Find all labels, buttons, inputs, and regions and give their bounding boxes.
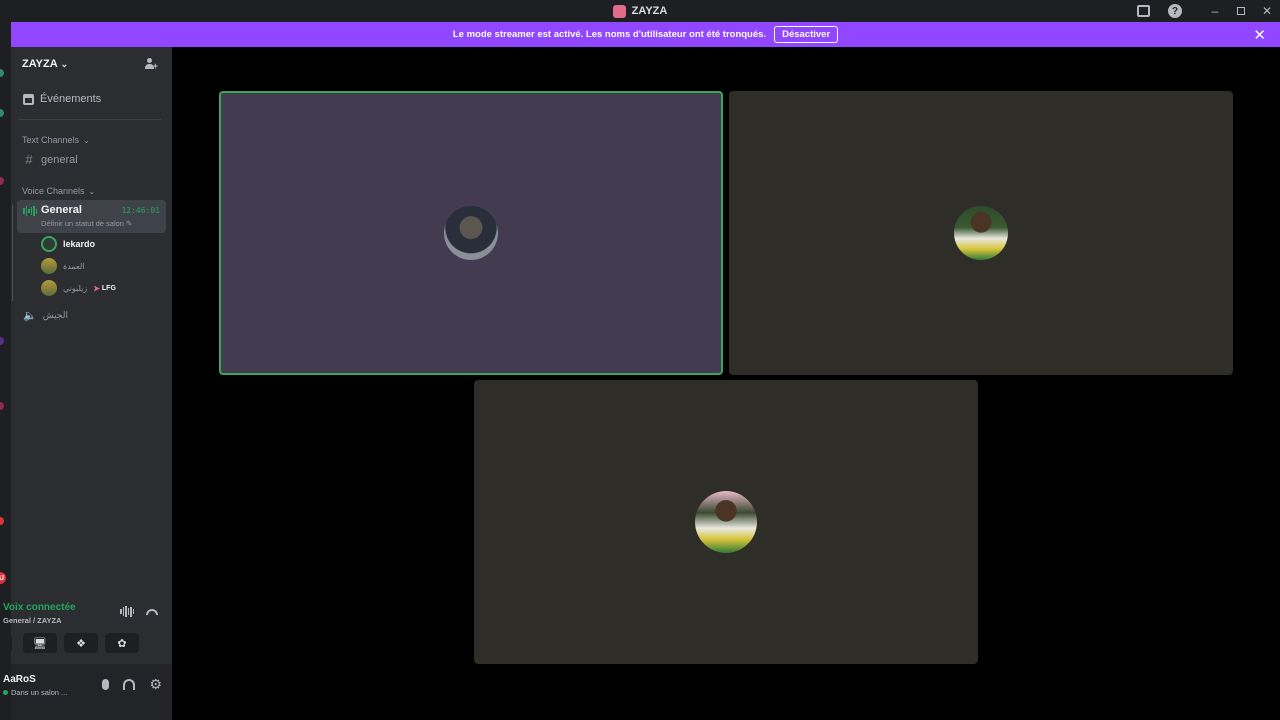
server-icon[interactable] (0, 337, 4, 345)
channel-general-text[interactable]: # general (23, 152, 78, 167)
member-name: العمدة (63, 261, 85, 271)
voice-connected-line (12, 205, 13, 301)
voice-channel-name: General (41, 204, 82, 216)
voice-action-row: 🖥 ❖ ✿ (2, 633, 172, 654)
server-name[interactable]: ZAYZA ⌄ (22, 58, 68, 70)
window-titlebar: ZAYZA ? – ✕ (0, 0, 1280, 22)
member-name: lekardo (63, 239, 96, 249)
member-name: زيلبوني (63, 283, 88, 293)
participant-tile[interactable] (219, 91, 723, 375)
server-header[interactable]: ZAYZA ⌄ + (11, 47, 172, 81)
user-status-text: Dans un salon ... (11, 688, 68, 697)
voice-member[interactable]: العمدة (41, 258, 85, 274)
voice-timer: 12:46:01 (121, 206, 160, 215)
avatar (41, 280, 57, 296)
avatar (695, 491, 757, 553)
voice-controls (120, 606, 158, 617)
microphone-icon[interactable] (102, 679, 110, 690)
events-label: Événements (40, 93, 102, 105)
chevron-down-icon: ⌄ (83, 135, 90, 145)
banner-close-icon[interactable]: ✕ (1253, 26, 1266, 44)
category-voice-channels[interactable]: Voice Channels ⌄ (22, 186, 95, 196)
avatar (444, 206, 498, 260)
rocket-icon: ➤ (93, 283, 100, 293)
disconnect-icon[interactable] (146, 608, 158, 615)
noise-suppression-icon[interactable] (120, 606, 134, 617)
member-tag: ➤ LFG (93, 283, 116, 293)
speaker-icon: 🔈 (23, 310, 37, 322)
gear-icon[interactable]: ⚙ (149, 676, 162, 693)
participant-tile[interactable] (474, 380, 978, 664)
category-label: Voice Channels (22, 186, 85, 196)
minimize-icon[interactable]: – (1202, 0, 1228, 22)
user-status: Dans un salon ... (3, 688, 67, 697)
avatar (41, 236, 57, 252)
server-name-text: ZAYZA (22, 58, 58, 70)
channel-sidebar: ZAYZA ⌄ + Événements Text Channels ⌄ # g… (2, 47, 172, 720)
close-window-icon[interactable]: ✕ (1254, 0, 1280, 22)
server-icon[interactable] (0, 69, 4, 77)
discord-app-icon (612, 4, 626, 18)
channel-name: general (41, 153, 78, 166)
voice-connected-status[interactable]: Voix connectée (3, 602, 76, 613)
soundboard-button[interactable]: ✿ (105, 633, 139, 653)
maximize-icon[interactable] (1228, 0, 1254, 22)
voice-stage (172, 47, 1280, 720)
server-icon[interactable] (0, 402, 4, 410)
events-link[interactable]: Événements (23, 93, 101, 105)
user-name[interactable]: AaRoS (3, 674, 36, 685)
window-title-text: ZAYZA (631, 5, 668, 17)
chevron-down-icon: ⌄ (60, 58, 69, 69)
banner-message: Le mode streamer est activé. Les noms d'… (452, 29, 767, 40)
avatar (41, 258, 57, 274)
help-icon[interactable]: ? (1162, 0, 1188, 22)
inbox-icon[interactable] (1130, 0, 1156, 22)
user-controls: ⚙ (102, 676, 162, 693)
voice-connected-location: General / ZAYZA (3, 616, 62, 625)
voice-member[interactable]: زيلبوني ➤ LFG (41, 280, 116, 296)
chevron-down-icon: ⌄ (88, 186, 96, 196)
category-label: Text Channels (22, 135, 80, 145)
server-icon[interactable] (0, 517, 4, 525)
activities-button[interactable]: ❖ (64, 633, 98, 653)
status-indicator (3, 690, 8, 695)
disable-streamer-mode-button[interactable]: Désactiver (774, 26, 839, 43)
window-title: ZAYZA (612, 4, 668, 18)
calendar-icon (23, 93, 34, 105)
divider (19, 119, 161, 120)
notification-badge: U (0, 572, 6, 584)
user-panel: AaRoS Dans un salon ... ⚙ (3, 664, 172, 720)
server-icon[interactable] (0, 109, 4, 117)
voice-member[interactable]: lekardo (41, 236, 95, 252)
participant-tile[interactable] (729, 91, 1233, 375)
avatar (954, 206, 1008, 260)
category-text-channels[interactable]: Text Channels ⌄ (22, 135, 90, 145)
invite-people-icon[interactable]: + (144, 58, 158, 71)
voice-activity-icon (23, 206, 37, 216)
server-icon[interactable] (0, 177, 4, 185)
voice-channel-other[interactable]: 🔈 الجيش (23, 309, 68, 322)
set-channel-status[interactable]: Définir un statut de salon ✎ (41, 219, 132, 228)
headset-icon[interactable] (123, 679, 136, 690)
hash-icon: # (25, 152, 33, 167)
camera-button[interactable] (2, 633, 12, 653)
streamer-mode-banner: Le mode streamer est activé. Les noms d'… (11, 22, 1280, 47)
channel-name: الجيش (42, 310, 68, 320)
voice-channel-general[interactable]: General 12:46:01 Définir un statut de sa… (17, 200, 166, 233)
screen-share-button[interactable]: 🖥 (23, 633, 57, 653)
titlebar-controls: ? – ✕ (1130, 0, 1280, 22)
